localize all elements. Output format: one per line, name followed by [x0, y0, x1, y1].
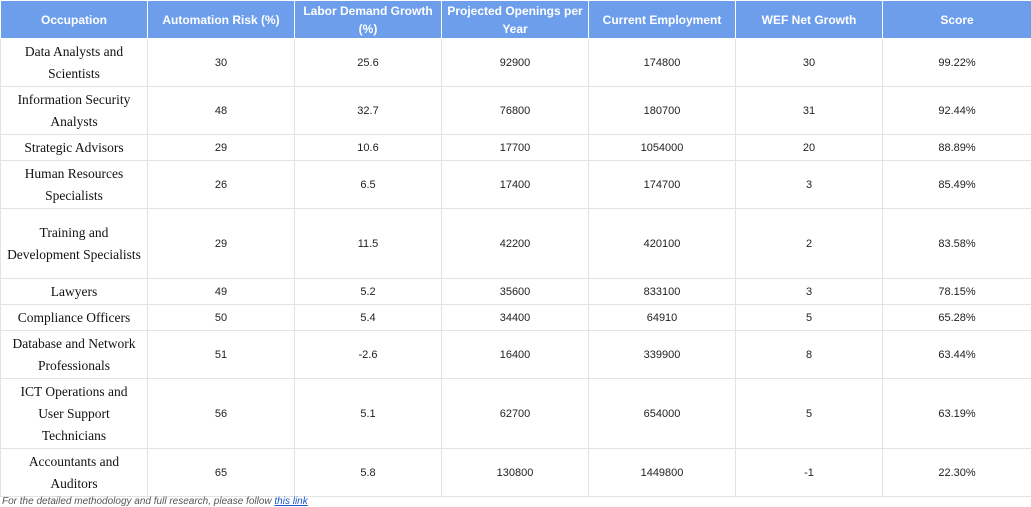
cell-automation-risk: 51 — [148, 331, 295, 379]
col-header-wef-net-growth: WEF Net Growth — [736, 1, 883, 39]
methodology-link[interactable]: this link — [274, 496, 307, 507]
col-header-score: Score — [883, 1, 1031, 39]
cell-projected-openings: 62700 — [442, 379, 589, 449]
cell-automation-risk: 30 — [148, 39, 295, 87]
cell-projected-openings: 130800 — [442, 449, 589, 497]
cell-occupation: ICT Operations and User Support Technici… — [1, 379, 148, 449]
cell-current-employment: 654000 — [589, 379, 736, 449]
col-header-automation-risk: Automation Risk (%) — [148, 1, 295, 39]
cell-automation-risk: 65 — [148, 449, 295, 497]
cell-automation-risk: 50 — [148, 305, 295, 331]
cell-wef-net-growth: -1 — [736, 449, 883, 497]
cell-wef-net-growth: 3 — [736, 161, 883, 209]
cell-projected-openings: 35600 — [442, 279, 589, 305]
cell-occupation: Compliance Officers — [1, 305, 148, 331]
cell-wef-net-growth: 8 — [736, 331, 883, 379]
cell-score: 22.30% — [883, 449, 1031, 497]
cell-labor-demand-growth: 5.4 — [295, 305, 442, 331]
cell-automation-risk: 48 — [148, 87, 295, 135]
cell-score: 65.28% — [883, 305, 1031, 331]
cell-current-employment: 339900 — [589, 331, 736, 379]
cell-occupation: Strategic Advisors — [1, 135, 148, 161]
cell-labor-demand-growth: 5.1 — [295, 379, 442, 449]
cell-score: 83.58% — [883, 209, 1031, 279]
cell-score: 63.44% — [883, 331, 1031, 379]
cell-automation-risk: 29 — [148, 209, 295, 279]
cell-wef-net-growth: 5 — [736, 379, 883, 449]
cell-automation-risk: 29 — [148, 135, 295, 161]
table-row: Lawyers495.235600833100378.15% — [1, 279, 1031, 305]
table-row: Compliance Officers505.43440064910565.28… — [1, 305, 1031, 331]
cell-automation-risk: 26 — [148, 161, 295, 209]
footnote-text: For the detailed methodology and full re… — [2, 496, 274, 507]
cell-wef-net-growth: 3 — [736, 279, 883, 305]
cell-projected-openings: 92900 — [442, 39, 589, 87]
cell-wef-net-growth: 5 — [736, 305, 883, 331]
cell-current-employment: 180700 — [589, 87, 736, 135]
cell-wef-net-growth: 2 — [736, 209, 883, 279]
cell-score: 88.89% — [883, 135, 1031, 161]
col-header-projected-openings: Projected Openings per Year — [442, 1, 589, 39]
table-row: Data Analysts and Scientists3025.6929001… — [1, 39, 1031, 87]
cell-labor-demand-growth: 11.5 — [295, 209, 442, 279]
cell-occupation: Training and Development Specialists — [1, 209, 148, 279]
col-header-occupation: Occupation — [1, 1, 148, 39]
cell-labor-demand-growth: 6.5 — [295, 161, 442, 209]
cell-current-employment: 1054000 — [589, 135, 736, 161]
cell-occupation: Lawyers — [1, 279, 148, 305]
header-row: Occupation Automation Risk (%) Labor Dem… — [1, 1, 1031, 39]
cell-current-employment: 1449800 — [589, 449, 736, 497]
cell-projected-openings: 16400 — [442, 331, 589, 379]
cell-current-employment: 174700 — [589, 161, 736, 209]
cell-current-employment: 64910 — [589, 305, 736, 331]
cell-occupation: Accountants and Auditors — [1, 449, 148, 497]
cell-labor-demand-growth: 5.8 — [295, 449, 442, 497]
cell-occupation: Information Security Analysts — [1, 87, 148, 135]
table-row: Human Resources Specialists266.517400174… — [1, 161, 1031, 209]
cell-current-employment: 420100 — [589, 209, 736, 279]
cell-labor-demand-growth: 32.7 — [295, 87, 442, 135]
table-row: Accountants and Auditors655.813080014498… — [1, 449, 1031, 497]
cell-current-employment: 174800 — [589, 39, 736, 87]
cell-wef-net-growth: 20 — [736, 135, 883, 161]
col-header-labor-demand-growth: Labor Demand Growth (%) — [295, 1, 442, 39]
cell-score: 78.15% — [883, 279, 1031, 305]
methodology-footnote: For the detailed methodology and full re… — [2, 496, 308, 507]
cell-projected-openings: 76800 — [442, 87, 589, 135]
cell-wef-net-growth: 31 — [736, 87, 883, 135]
cell-projected-openings: 17700 — [442, 135, 589, 161]
cell-automation-risk: 56 — [148, 379, 295, 449]
cell-score: 99.22% — [883, 39, 1031, 87]
cell-current-employment: 833100 — [589, 279, 736, 305]
cell-occupation: Data Analysts and Scientists — [1, 39, 148, 87]
cell-automation-risk: 49 — [148, 279, 295, 305]
col-header-current-employment: Current Employment — [589, 1, 736, 39]
table-row: Strategic Advisors2910.61770010540002088… — [1, 135, 1031, 161]
cell-labor-demand-growth: 10.6 — [295, 135, 442, 161]
cell-labor-demand-growth: 5.2 — [295, 279, 442, 305]
cell-labor-demand-growth: 25.6 — [295, 39, 442, 87]
table-row: Database and Network Professionals51-2.6… — [1, 331, 1031, 379]
table-row: Training and Development Specialists2911… — [1, 209, 1031, 279]
cell-wef-net-growth: 30 — [736, 39, 883, 87]
table-row: Information Security Analysts4832.776800… — [1, 87, 1031, 135]
cell-projected-openings: 34400 — [442, 305, 589, 331]
cell-score: 92.44% — [883, 87, 1031, 135]
cell-labor-demand-growth: -2.6 — [295, 331, 442, 379]
cell-occupation: Database and Network Professionals — [1, 331, 148, 379]
occupation-score-table: Occupation Automation Risk (%) Labor Dem… — [0, 0, 1031, 497]
cell-score: 85.49% — [883, 161, 1031, 209]
table-body: Data Analysts and Scientists3025.6929001… — [1, 39, 1031, 497]
cell-score: 63.19% — [883, 379, 1031, 449]
cell-occupation: Human Resources Specialists — [1, 161, 148, 209]
cell-projected-openings: 42200 — [442, 209, 589, 279]
table-row: ICT Operations and User Support Technici… — [1, 379, 1031, 449]
cell-projected-openings: 17400 — [442, 161, 589, 209]
